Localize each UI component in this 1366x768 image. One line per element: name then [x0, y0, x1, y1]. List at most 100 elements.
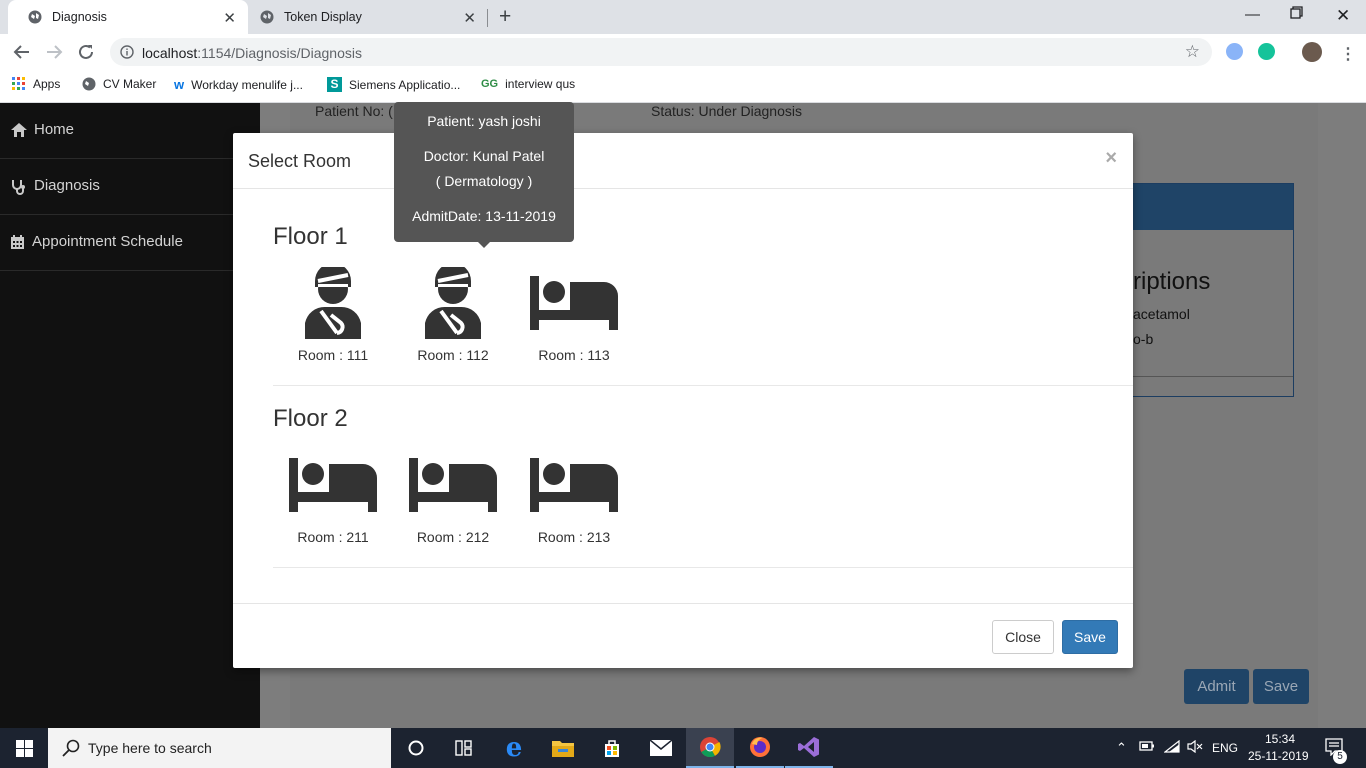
admit-button[interactable]: Admit: [1184, 669, 1249, 704]
prescriptions-title: riptions: [1133, 268, 1211, 295]
file-explorer-icon[interactable]: [539, 728, 587, 768]
search-icon: [62, 739, 80, 757]
bookmarks-bar: Apps CV Maker w Workday menulife j... S …: [0, 70, 1366, 103]
cortana-icon[interactable]: [392, 728, 440, 768]
extension-icon[interactable]: [1226, 43, 1243, 60]
tab-title: Token Display: [284, 10, 362, 24]
bookmark-star-icon[interactable]: ☆: [1185, 42, 1200, 62]
prescriptions-panel: riptions acetamol o-b: [1130, 183, 1294, 397]
tab-diagnosis[interactable]: Diagnosis ✕: [8, 0, 248, 34]
visual-studio-icon[interactable]: [785, 728, 833, 768]
bookmark-cv-maker[interactable]: CV Maker: [82, 77, 156, 91]
firefox-icon[interactable]: [736, 728, 784, 768]
wifi-icon[interactable]: [1164, 740, 1180, 753]
sidebar-item-diagnosis[interactable]: Diagnosis: [0, 159, 260, 215]
room-211[interactable]: Room : 211: [278, 449, 388, 545]
search-placeholder: Type here to search: [88, 740, 212, 756]
workday-icon: w: [174, 77, 185, 92]
patient-injured-icon: [278, 267, 388, 339]
store-icon[interactable]: [588, 728, 636, 768]
new-tab-icon[interactable]: +: [499, 5, 511, 29]
sidebar-item-home[interactable]: Home: [0, 103, 260, 159]
stethoscope-icon: [11, 179, 25, 195]
panel-header: [1131, 184, 1293, 230]
bed-icon: [398, 449, 508, 521]
patient-number: Patient No: (: [315, 103, 393, 119]
home-icon: [11, 123, 27, 137]
tab-token-display[interactable]: Token Display ✕: [248, 0, 488, 34]
globe-icon: [82, 77, 96, 91]
bed-icon: [519, 267, 629, 339]
language-indicator[interactable]: ENG: [1212, 741, 1238, 755]
save-button[interactable]: Save: [1062, 620, 1118, 654]
tab-close-icon[interactable]: ✕: [223, 9, 236, 27]
windows-start-icon[interactable]: [0, 728, 48, 768]
modal-title: Select Room: [248, 151, 352, 171]
select-room-modal: Select Room × Floor 1 Room : 111 Room : …: [233, 133, 1133, 668]
chrome-icon[interactable]: [686, 728, 734, 768]
bookmark-interview[interactable]: GG interview qus: [481, 77, 575, 91]
edge-icon[interactable]: e: [490, 728, 538, 768]
bed-icon: [519, 449, 629, 521]
mail-icon[interactable]: [637, 728, 685, 768]
profile-avatar[interactable]: [1302, 42, 1322, 62]
tab-title: Diagnosis: [52, 10, 107, 24]
browser-tab-strip: Diagnosis ✕ Token Display ✕ + — ✕: [0, 0, 1366, 34]
sidebar: Home Diagnosis Appointment Schedule: [0, 103, 260, 728]
tooltip-patient: Patient: yash joshi: [427, 113, 541, 129]
modal-close-icon[interactable]: ×: [1105, 147, 1117, 170]
minimize-icon[interactable]: —: [1245, 6, 1260, 23]
grammarly-icon[interactable]: [1258, 43, 1275, 60]
bookmark-workday[interactable]: w Workday menulife j...: [174, 77, 303, 92]
tab-close-icon[interactable]: ✕: [463, 9, 476, 27]
window-close-icon[interactable]: ✕: [1336, 6, 1350, 26]
forward-icon[interactable]: [45, 43, 63, 61]
room-113[interactable]: Room : 113: [519, 267, 629, 363]
notification-count-badge: 5: [1333, 750, 1347, 764]
tooltip-arrow: [478, 242, 490, 248]
geeksforgeeks-icon: GG: [481, 78, 499, 90]
task-view-icon[interactable]: [440, 728, 488, 768]
floor-divider: [273, 385, 1133, 386]
back-icon[interactable]: [13, 43, 31, 61]
clock-time[interactable]: 15:34: [1265, 732, 1295, 746]
patient-injured-icon: [398, 267, 508, 339]
menu-kebab-icon[interactable]: ⋮: [1340, 44, 1356, 64]
apps-grid-icon: [12, 77, 26, 91]
room-112[interactable]: Room : 112: [398, 267, 508, 363]
globe-icon: [28, 10, 42, 24]
reload-icon[interactable]: [77, 43, 95, 61]
tray-overflow-icon[interactable]: ⌃: [1116, 740, 1127, 756]
bookmark-apps[interactable]: Apps: [12, 77, 60, 91]
floor-title: Floor 1: [273, 223, 348, 250]
battery-icon[interactable]: [1139, 740, 1155, 752]
browser-toolbar: localhost:1154/Diagnosis/Diagnosis ☆ ⋮: [0, 34, 1366, 70]
taskbar-search[interactable]: Type here to search: [48, 728, 391, 768]
restore-icon[interactable]: [1290, 6, 1303, 19]
panel-divider: [1131, 376, 1293, 377]
page-save-button[interactable]: Save: [1253, 669, 1309, 704]
room-tooltip: Patient: yash joshi Doctor: Kunal Patel …: [394, 102, 574, 242]
windows-taskbar: Type here to search e ⌃ ENG 15:34 25-11-…: [0, 728, 1366, 768]
siemens-icon: S: [327, 77, 342, 92]
room-213[interactable]: Room : 213: [519, 449, 629, 545]
bookmark-siemens[interactable]: S Siemens Applicatio...: [327, 77, 460, 92]
calendar-icon: [11, 235, 24, 249]
floor-divider: [273, 567, 1133, 568]
info-icon[interactable]: [120, 45, 134, 59]
sidebar-item-appointment-schedule[interactable]: Appointment Schedule: [0, 215, 260, 271]
prescription-item: acetamol: [1133, 306, 1190, 322]
clock-date[interactable]: 25-11-2019: [1248, 749, 1309, 763]
room-212[interactable]: Room : 212: [398, 449, 508, 545]
close-button[interactable]: Close: [992, 620, 1054, 654]
room-111[interactable]: Room : 111: [278, 267, 388, 363]
tab-divider: [487, 9, 488, 27]
bed-icon: [278, 449, 388, 521]
tooltip-doctor: Doctor: Kunal Patel: [423, 148, 545, 164]
tooltip-department: ( Dermatology ): [435, 173, 533, 189]
volume-muted-icon[interactable]: [1187, 740, 1203, 753]
address-bar[interactable]: localhost:1154/Diagnosis/Diagnosis ☆: [110, 38, 1212, 66]
tooltip-admit-date: AdmitDate: 13-11-2019: [412, 208, 556, 224]
url-text: localhost:1154/Diagnosis/Diagnosis: [142, 45, 362, 61]
modal-header: Select Room ×: [233, 133, 1133, 189]
